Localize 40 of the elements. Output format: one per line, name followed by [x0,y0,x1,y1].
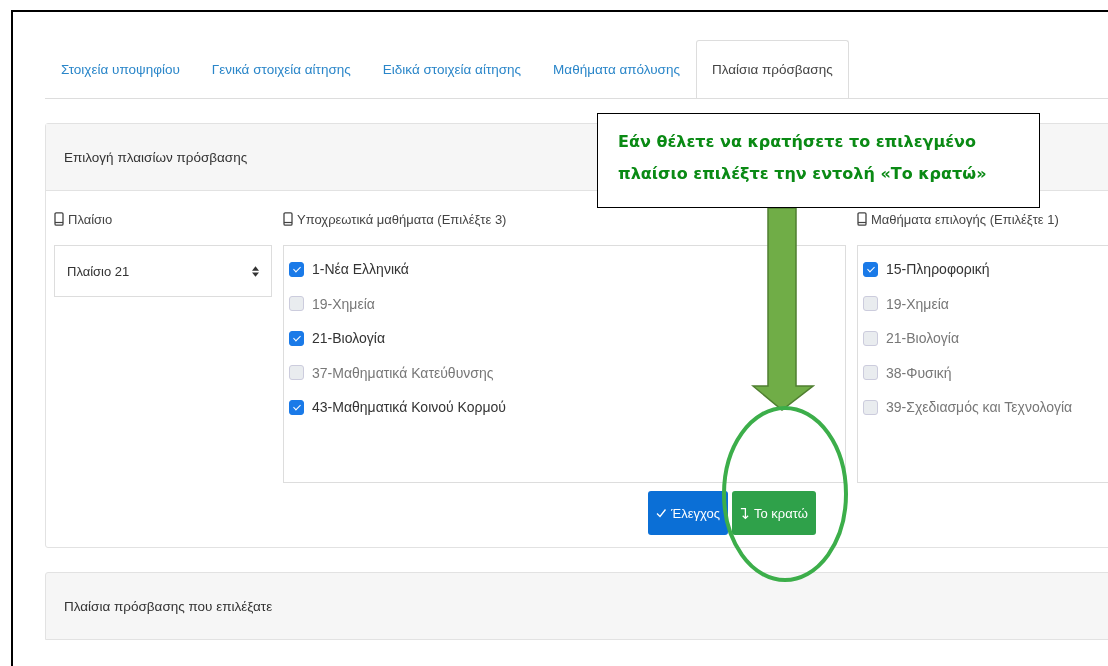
callout-box: Εάν θέλετε να κρατήσετε το επιλεγμένο πλαίσιο επιλέξτε την εντολή «Το κρατώ» [597,113,1040,208]
tab[interactable]: Πλαίσια πρόσβασης [695,40,849,98]
turn-down-arrow-icon [739,506,749,520]
tab[interactable]: Ειδικά στοιχεία αίτησης [366,40,538,98]
card-title: Πλαίσια πρόσβασης που επιλέξατε [64,598,273,614]
phone-icon [283,212,293,226]
course-label: 15-Πληροφορική [886,261,990,278]
card-title: Επιλογή πλαισίων πρόσβασης [64,149,248,165]
checkbox[interactable] [289,399,304,415]
checkbox[interactable] [863,399,878,415]
checkmark-icon [656,508,666,518]
phone-icon [857,212,867,226]
tab[interactable]: Γενικά στοιχεία αίτησης [195,40,367,98]
keep-button[interactable]: Το κρατώ [731,491,816,535]
course-label: 38-Φυσική [886,364,952,381]
field-label: Μαθήματα επιλογής (Επιλέξτε 1) [871,211,1059,227]
checkbox[interactable] [863,261,878,277]
course-label: 1-Νέα Ελληνικά [312,261,409,278]
course-label: 21-Βιολογία [886,330,959,347]
checkbox[interactable] [863,365,878,381]
field-label: Πλαίσιο [68,211,113,227]
course-label: 37-Μαθηματικά Κατεύθυνσης [312,364,494,381]
course-label: 19-Χημεία [886,295,949,312]
sort-caret-icon [252,265,259,277]
checkbox[interactable] [289,296,304,312]
course-label: 39-Σχεδιασμός και Τεχνολογία [886,399,1073,416]
checkbox[interactable] [863,296,878,312]
checkbox[interactable] [863,330,878,346]
check-button[interactable]: Έλεγχος [648,491,728,535]
course-label: 19-Χημεία [312,295,375,312]
tab[interactable]: Στοιχεία υποψηφίου [45,40,196,98]
checkbox[interactable] [289,261,304,277]
field-label: Υποχρεωτικά μαθήματα (Επιλέξτε 3) [297,211,507,227]
checkbox[interactable] [289,330,304,346]
phone-icon [54,212,64,226]
course-label: 43-Μαθηματικά Κοινού Κορμού [312,399,506,416]
course-label: 21-Βιολογία [312,330,385,347]
frame-select[interactable]: Πλαίσιο 21 [54,245,272,297]
tab[interactable]: Μαθήματα απόλυσης [537,40,696,98]
checkbox[interactable] [289,365,304,381]
